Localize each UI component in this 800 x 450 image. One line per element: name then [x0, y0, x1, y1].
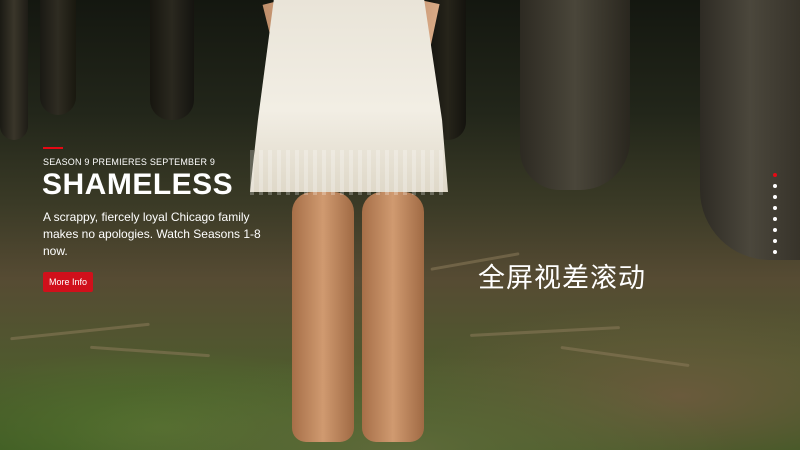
person-leg: [292, 192, 354, 442]
fallen-branch: [90, 345, 210, 358]
slide-pagination: [771, 173, 779, 254]
tree-trunk: [0, 0, 28, 140]
person-leg: [362, 192, 424, 442]
slide-dot[interactable]: [773, 195, 777, 199]
slide-dot[interactable]: [773, 250, 777, 254]
accent-line: [43, 147, 63, 149]
slide-dot[interactable]: [773, 239, 777, 243]
slide-dot[interactable]: [773, 184, 777, 188]
tree-trunk: [150, 0, 194, 120]
tree-trunk: [700, 0, 800, 260]
slide-dot[interactable]: [773, 228, 777, 232]
tree-trunk: [40, 0, 76, 115]
dress-lace: [250, 150, 448, 195]
fallen-branch: [10, 322, 150, 341]
show-title: SHAMELESS: [42, 168, 234, 201]
fallen-branch: [470, 326, 620, 337]
more-info-button[interactable]: More Info: [43, 272, 94, 292]
fallen-branch: [560, 345, 690, 368]
tree-trunk: [520, 0, 630, 190]
show-description: A scrappy, fiercely loyal Chicago family…: [43, 210, 261, 258]
premiere-eyebrow: SEASON 9 PREMIERES SEPTEMBER 9: [43, 157, 216, 167]
watermark-text: 全屏视差滚动: [478, 263, 646, 294]
slide-dot[interactable]: [773, 173, 777, 177]
slide-dot[interactable]: [773, 217, 777, 221]
slide-dot[interactable]: [773, 206, 777, 210]
